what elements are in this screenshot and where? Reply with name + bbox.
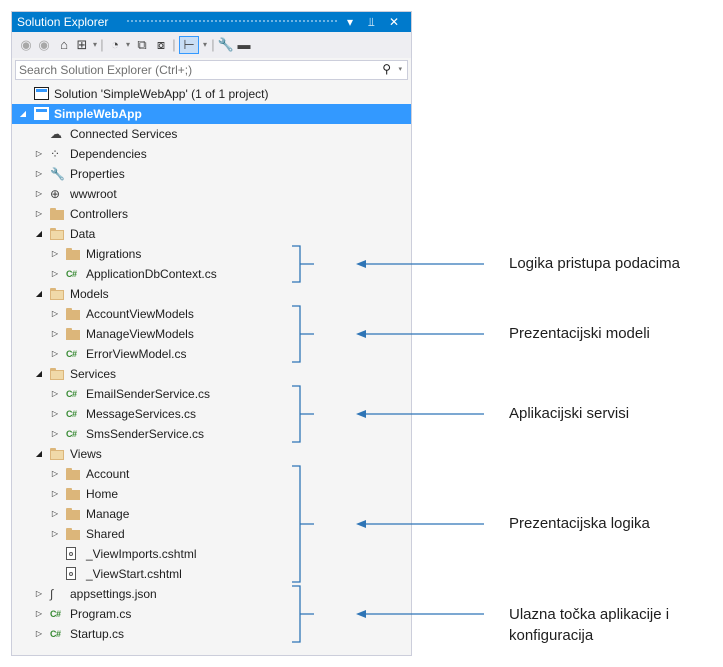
- annotation-label: Ulazna točka aplikacije i konfiguracija: [509, 606, 670, 644]
- bracket: [292, 385, 314, 443]
- arrow-head: [356, 410, 366, 418]
- arrow-head: [356, 610, 366, 618]
- bracket: [292, 245, 314, 283]
- arrow-head: [356, 260, 366, 268]
- annotation-label: Aplikacijski servisi: [509, 405, 630, 422]
- annotation-label: Prezentacijski modeli: [509, 325, 650, 342]
- arrow-head: [356, 330, 366, 338]
- bracket: [292, 585, 314, 643]
- bracket: [292, 305, 314, 363]
- arrow-head: [356, 520, 366, 528]
- annotation-label: Prezentacijska logika: [509, 515, 650, 532]
- annotation-label: Logika pristupa podacima: [509, 255, 680, 272]
- bracket: [292, 465, 314, 583]
